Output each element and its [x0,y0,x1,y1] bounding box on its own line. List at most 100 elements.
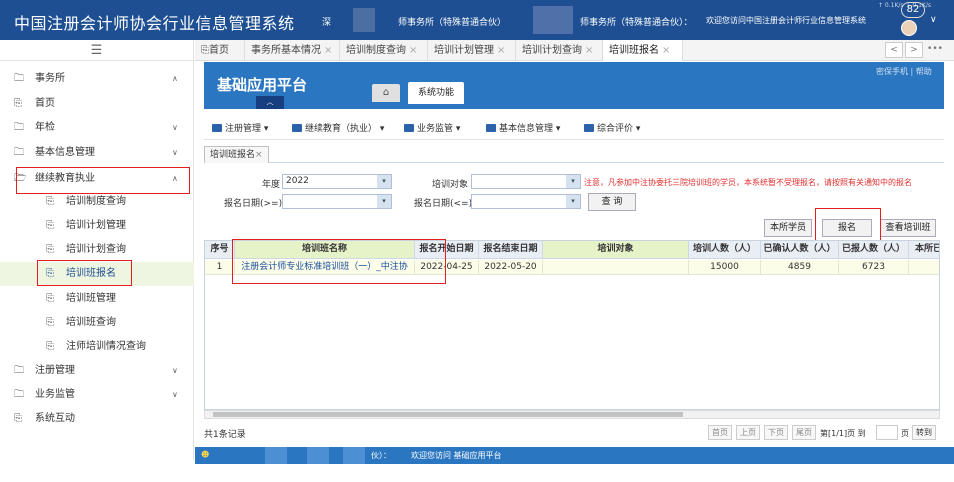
horizontal-scrollbar[interactable] [204,410,940,419]
sidebar-item-registration-mgmt[interactable]: 🗀 注册管理 ∨ [0,359,194,383]
avatar[interactable] [901,20,917,36]
sidebar-item-training-plan-mgmt[interactable]: ⎘ 培训计划管理 [0,214,194,238]
security-help-links[interactable]: 密保手机 | 帮助 [876,66,932,77]
folder-icon: 🗀 [14,389,24,400]
table-cell[interactable]: 6723 [839,260,909,275]
footer-welcome: 欢迎您访问 基础应用平台 [411,451,502,460]
tab-class-registration[interactable]: 培训班报名 × [603,40,683,61]
close-icon[interactable]: × [255,150,263,160]
table-cell[interactable] [543,260,689,275]
folder-icon: 🗀 [14,147,24,158]
go-button[interactable]: 转到 [912,425,936,440]
page-number-input[interactable] [876,425,898,440]
staff-button[interactable]: 本所学员 [764,219,812,237]
column-header[interactable]: 本所已 [909,241,939,259]
folder-icon: 🗀 [14,365,24,376]
table-cell[interactable]: 2022-05-20 [479,260,543,275]
tab-prev-button[interactable]: < [885,42,903,58]
redacted-block [353,8,375,32]
sidebar-item-home[interactable]: ⎘ 首页 [0,92,194,116]
sidebar-item-system-interaction[interactable]: ⎘ 系统互动 [0,407,194,431]
tab-home[interactable]: ⎘首页 [195,40,245,61]
sidebar-item-class-mgmt[interactable]: ⎘ 培训班管理 [0,287,194,311]
sidebar-item-training-plan-query[interactable]: ⎘ 培训计划查询 [0,238,194,262]
table-cell[interactable]: 4859 [761,260,839,275]
module-icon [404,124,414,132]
sidebar-item-class-query[interactable]: ⎘ 培训班查询 [0,311,194,335]
close-icon[interactable]: × [324,45,332,56]
menu-basic-info[interactable]: 基本信息管理 ▾ [486,121,560,134]
target-select[interactable]: ▾ [471,174,581,189]
chevron-down-icon: ∨ [172,390,178,399]
dropdown-arrow-icon: ▾ [555,124,561,134]
redacted-block [533,6,573,34]
page-icon: ⎘ [46,220,54,231]
chevron-down-icon: ∨ [172,366,178,375]
dropdown-arrow-icon: ▾ [377,195,391,208]
tab-training-plan-mgmt[interactable]: 培训计划管理 × [428,40,516,61]
close-icon[interactable]: × [409,45,417,56]
subtab-bar: 培训班报名× [204,146,944,163]
column-header[interactable]: 已确认人数（人） [761,241,839,259]
column-header[interactable]: 培训人数（人） [689,241,761,259]
menu-supervision[interactable]: 业务监管 ▾ [404,121,460,134]
tab-training-plan-query[interactable]: 培训计划查询 × [516,40,603,61]
menu-evaluation[interactable]: 综合评价 ▾ [584,121,640,134]
page-icon: ⎘ [14,98,22,109]
platform-title: 基础应用平台 [217,76,308,94]
sidebar-item-firm[interactable]: 🗀 事务所 ∧ [0,67,194,91]
end-date-select[interactable]: ▾ [471,194,581,209]
redacted-block [343,447,365,464]
home-icon[interactable]: ⌂ [372,84,400,102]
search-button[interactable]: 查 询 [588,193,636,211]
last-page-button[interactable]: 尾页 [792,425,816,440]
year-select[interactable]: 2022 ▾ [282,174,392,189]
sidebar: ☰ 🗀 事务所 ∧ ⎘ 首页 🗀 年检 ∨ 🗀 基本信息管理 ∨ 🗁 继续教育执业 ∧ ⎘ 培训制度… [0,40,194,460]
page-icon: ⎘ [46,293,54,304]
next-page-button[interactable]: 下页 [764,425,788,440]
user-org-name-2: 师事务所（特殊普通合伙）： [580,18,693,28]
view-class-button[interactable]: 查看培训班 [880,219,936,237]
table-cell[interactable]: 15000 [689,260,761,275]
menu-continuing-edu[interactable]: 继续教育（执业） ▾ [292,121,384,134]
menu-registration[interactable]: 注册管理 ▾ [212,121,268,134]
scrollbar-thumb[interactable] [213,412,683,417]
chevron-down-icon[interactable]: ∨ [930,15,937,25]
sidebar-item-annual-check[interactable]: 🗀 年检 ∨ [0,116,194,140]
highlight-box [232,239,446,284]
dropdown-arrow-icon: ▾ [566,195,580,208]
table-cell[interactable] [909,260,939,275]
start-date-label: 报名日期(>=) [224,199,283,209]
subtab-class-registration[interactable]: 培训班报名× [204,146,269,163]
page-icon: ⎘ [46,317,54,328]
sidebar-item-cpa-training-query[interactable]: ⎘ 注师培训情况查询 [0,335,194,359]
column-header[interactable]: 培训对象 [543,241,689,259]
notification-badge[interactable]: 82 [901,2,925,18]
year-label: 年度 [262,180,281,190]
page-icon: ⎘ [46,341,54,352]
page-info: 第[1/1]页 到 [820,429,866,438]
close-icon[interactable]: × [662,45,670,56]
tab-firm-basic[interactable]: 事务所基本情况 × [245,40,340,61]
folder-icon: 🗀 [14,73,24,84]
collapse-icon[interactable]: ︿ [256,96,284,109]
tab-training-policy[interactable]: 培训制度查询 × [340,40,428,61]
start-date-select[interactable]: ▾ [282,194,392,209]
module-icon [584,124,594,132]
footer-text: 伙）： [371,451,391,460]
more-icon[interactable]: ••• [926,42,944,58]
page-icon: ⎘ [46,244,54,255]
user-org-name: 师事务所（特殊普通合伙） [398,18,507,28]
close-icon[interactable]: × [585,45,593,56]
column-header[interactable]: 已报人数（人） [839,241,909,259]
prev-page-button[interactable]: 上页 [736,425,760,440]
tab-system-functions[interactable]: 系统功能 [408,82,464,104]
menu-toggle-icon[interactable]: ☰ [0,40,193,61]
sidebar-item-basic-info[interactable]: 🗀 基本信息管理 ∨ [0,141,194,165]
column-header[interactable]: 报名结束日期 [479,241,543,259]
close-icon[interactable]: × [497,45,505,56]
sidebar-item-supervision[interactable]: 🗀 业务监管 ∨ [0,383,194,407]
table-cell[interactable]: 1 [205,260,235,275]
tab-next-button[interactable]: > [905,42,923,58]
first-page-button[interactable]: 首页 [708,425,732,440]
